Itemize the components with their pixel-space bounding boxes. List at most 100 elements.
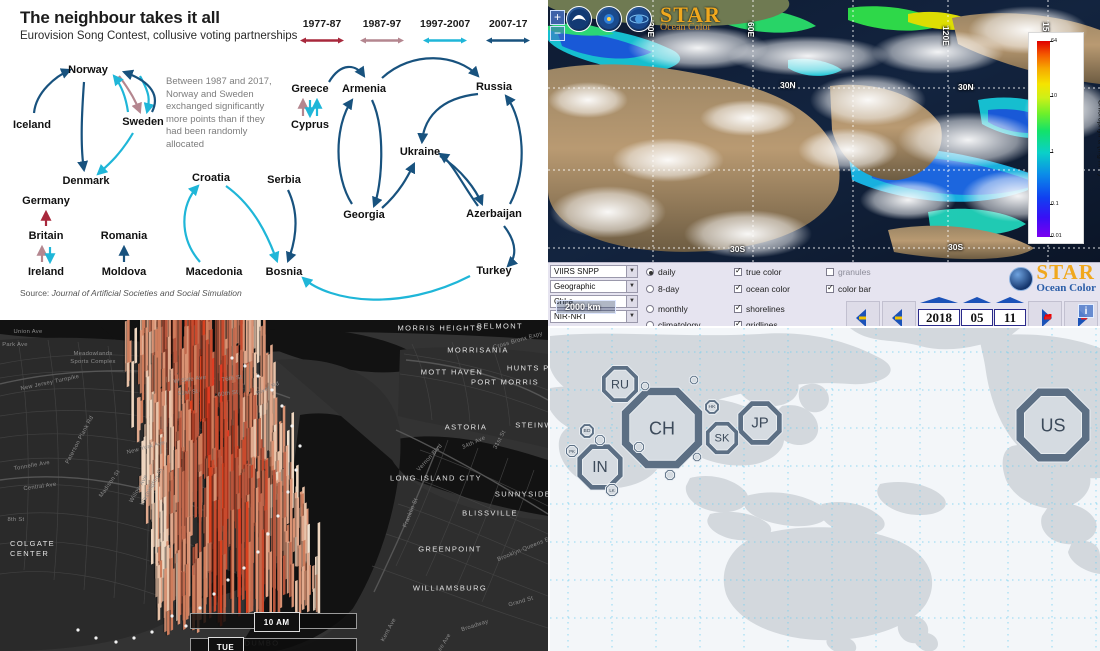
source-publication: Journal of Artificial Societies and Soci… <box>51 288 242 298</box>
network-node-label-pk: PK <box>569 449 575 454</box>
radio-icon <box>646 268 654 276</box>
radio-climatology-label: climatology <box>658 320 701 326</box>
star-seal-icon <box>626 5 652 32</box>
month-value[interactable]: 05 <box>961 309 993 326</box>
network-node-core-np[interactable] <box>595 435 605 445</box>
radio-daily-label: daily <box>658 267 676 277</box>
radio-monthly-label: monthly <box>658 303 688 314</box>
day-slider[interactable]: TUE <box>190 637 357 651</box>
radio-8day-label: 8-day <box>658 283 680 294</box>
star-ocean-color-viewer: + − STAR Ocean Color 30E 60E 120E 150E 3… <box>548 0 1100 326</box>
chevron-down-icon: ▼ <box>626 311 637 322</box>
checkbox-icon <box>734 266 742 276</box>
radio-8day[interactable]: 8-day <box>646 284 734 294</box>
network-node-core-kz[interactable] <box>641 382 649 390</box>
network-node-core-bn[interactable] <box>693 453 701 461</box>
network-node-label-lk: LK <box>609 488 614 493</box>
step-back-button[interactable] <box>882 301 916 326</box>
checkbox-gridlines[interactable]: gridlines <box>734 319 826 326</box>
day-up-icon <box>996 297 1024 303</box>
nyc-3d-activity-map[interactable]: MORRIS HEIGHTS BELMONT MORRISANIA MOTT H… <box>0 320 548 651</box>
day-slider-handle[interactable]: TUE <box>207 637 244 651</box>
network-node-core-mm[interactable] <box>634 442 644 452</box>
day-value[interactable]: 11 <box>994 309 1026 326</box>
satellite-chlorophyll-image <box>548 0 1100 262</box>
star-globe-icon <box>1009 266 1034 291</box>
source-prefix: Source: <box>20 288 52 298</box>
radio-icon <box>646 304 654 313</box>
global-node-network-map[interactable]: CHUSRUJPSKINAUSGNZPHMYVNTHIDPGTWHKBDPKLK… <box>550 328 1100 651</box>
projection-select[interactable]: Geographic ▼ <box>550 280 638 293</box>
node-moldova: Moldova <box>101 266 147 278</box>
step-back-large-button[interactable] <box>846 301 880 326</box>
chevron-down-icon: ▼ <box>626 296 637 307</box>
node-bosnia: Bosnia <box>265 266 303 278</box>
gridline-label-120e: 120E <box>941 26 951 46</box>
year-up-icon <box>920 297 958 303</box>
network-node-core-mn[interactable] <box>690 376 698 384</box>
projection-select-value: Geographic <box>554 282 596 291</box>
nesdis-seal-icon <box>596 5 622 32</box>
radio-climatology[interactable]: climatology <box>646 320 734 326</box>
gridline-label-30n-west: 30N <box>780 80 796 90</box>
node-sweden: Sweden <box>122 116 164 128</box>
gridline-label-30s-east: 30S <box>948 242 964 252</box>
hour-slider-handle[interactable]: 10 AM <box>253 612 300 632</box>
nyc-map-canvas <box>0 320 548 651</box>
checkbox-shorelines[interactable]: shorelines <box>734 303 826 314</box>
star-header-logos: STAR Ocean Color <box>566 4 721 33</box>
star-brand: STAR Ocean Color <box>660 4 721 33</box>
colorbar-tick-10: 10 <box>1051 93 1058 99</box>
info-button[interactable]: i <box>1078 304 1094 318</box>
star-ocean-color-logo: STAR Ocean Color <box>1009 260 1096 294</box>
zoom-out-button[interactable]: − <box>550 26 565 41</box>
checkbox-gridlines-label: gridlines <box>746 320 778 326</box>
colorbar-tick-64: 64 <box>1051 38 1058 44</box>
network-node-core-kh[interactable] <box>665 470 675 480</box>
year-stepper[interactable]: 2018 <box>918 291 960 326</box>
year-value[interactable]: 2018 <box>918 309 960 326</box>
checkbox-granules[interactable]: granules <box>826 267 906 277</box>
checkbox-true-color[interactable]: true color <box>734 266 826 277</box>
colorbar-gradient <box>1037 41 1050 237</box>
checkbox-icon <box>734 283 742 293</box>
period-radio-group: daily 8-day monthly climatology <box>646 263 734 326</box>
network-node-label-us: US <box>1040 416 1065 436</box>
day-stepper[interactable]: 11 <box>994 291 1026 326</box>
checkbox-ocean-color[interactable]: ocean color <box>734 283 826 294</box>
colorbar-tick-1: 1 <box>1051 149 1055 155</box>
radio-monthly[interactable]: monthly <box>646 304 734 314</box>
noaa-seal-icon <box>566 5 592 32</box>
network-node-label-sk: SK <box>715 433 730 445</box>
checkbox-icon <box>734 303 742 313</box>
step-forward-button[interactable] <box>1028 301 1062 326</box>
sensor-select[interactable]: VIIRS SNPP ▼ <box>550 265 638 278</box>
network-node-label-hk: HK <box>709 404 717 410</box>
sensor-select-value: VIIRS SNPP <box>554 267 599 276</box>
scale-bar: 2000 km <box>556 300 616 314</box>
gridline-label-30s-west: 30S <box>730 244 746 254</box>
checkbox-icon <box>734 319 742 326</box>
month-stepper[interactable]: 05 <box>961 291 993 326</box>
node-ireland: Ireland <box>27 266 65 278</box>
radio-icon <box>646 321 654 326</box>
zoom-in-button[interactable]: + <box>550 10 565 25</box>
layer-checkbox-group: true color ocean color shorelines gridli… <box>734 263 826 326</box>
node-germany: Germany <box>22 195 70 207</box>
viewer-control-panel: VIIRS SNPP ▼ Geographic ▼ Chl-a ▼ NIR-NR… <box>548 262 1100 326</box>
node-croatia: Croatia <box>192 172 230 184</box>
node-ukraine: Ukraine <box>399 146 441 158</box>
dataset-selects: VIIRS SNPP ▼ Geographic ▼ Chl-a ▼ NIR-NR… <box>548 263 640 325</box>
node-britain: Britain <box>28 230 64 242</box>
node-turkey: Turkey <box>476 265 512 277</box>
checkbox-true-color-label: true color <box>746 267 782 277</box>
node-norway: Norway <box>68 64 108 76</box>
star-logo-main: STAR <box>1036 260 1095 284</box>
network-node-label-ch: CH <box>649 419 675 439</box>
network-node-label-jp: JP <box>751 416 768 432</box>
node-georgia: Georgia <box>343 209 385 221</box>
hour-slider[interactable]: 10 AM <box>190 612 357 632</box>
colorbar: 64 10 1 0.1 0.01 Chlorophyll-a (mg m⁻³) <box>1028 32 1100 244</box>
radio-daily[interactable]: daily <box>646 267 734 277</box>
checkbox-ocean-color-label: ocean color <box>746 283 790 294</box>
